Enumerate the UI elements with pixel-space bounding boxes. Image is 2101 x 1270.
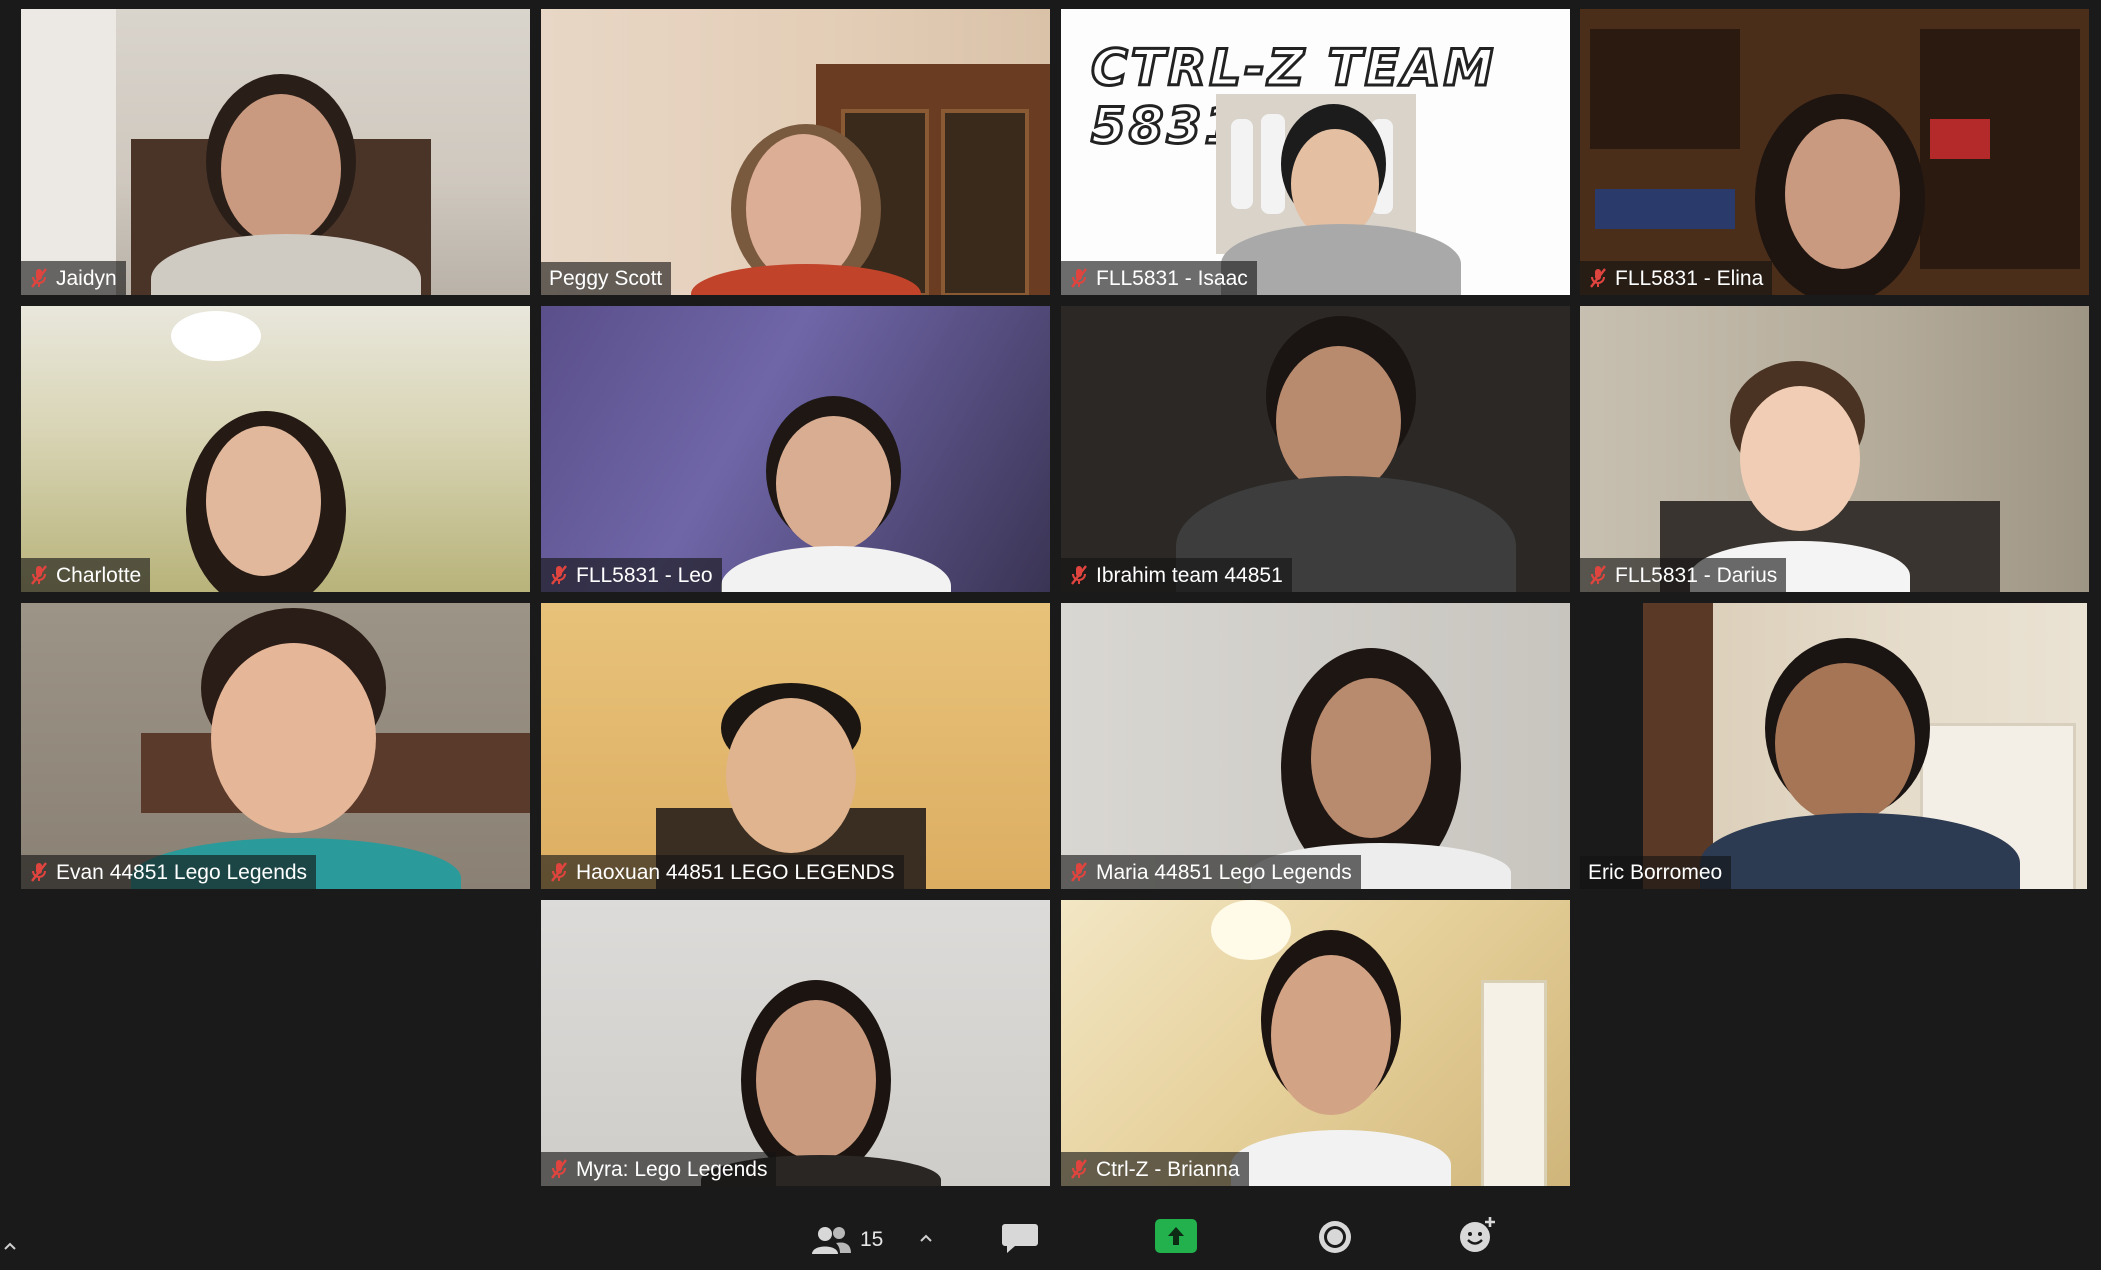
- chat-icon: [1002, 1224, 1038, 1253]
- participant-name: Eric Borromeo: [1588, 861, 1723, 884]
- participant-nametag: FLL5831 - Elina: [1580, 261, 1773, 295]
- muted-mic-icon: [1590, 268, 1606, 288]
- participant-nametag: Charlotte: [21, 558, 151, 592]
- participant-name: FLL5831 - Darius: [1615, 563, 1778, 587]
- video-tile-evan[interactable]: Evan 44851 Lego Legends: [21, 603, 530, 889]
- reactions-button[interactable]: [1457, 1215, 1497, 1255]
- muted-mic-icon: [31, 268, 47, 288]
- reactions-icon: [1460, 1217, 1495, 1252]
- video-tile-brianna[interactable]: Ctrl-Z - Brianna: [1061, 900, 1570, 1186]
- participant-name: Evan 44851 Lego Legends: [56, 860, 308, 884]
- participants-options-chevron-icon[interactable]: [918, 1230, 934, 1246]
- video-grid: Jaidyn Peggy Scott CTRL-Z TEAM 5831 FLL5…: [0, 0, 2101, 1200]
- participant-nametag: Jaidyn: [21, 261, 126, 295]
- participant-name: FLL5831 - Leo: [576, 563, 713, 587]
- participant-nametag: Ctrl-Z - Brianna: [1061, 1152, 1249, 1186]
- muted-mic-icon: [1071, 268, 1087, 288]
- participant-nametag: Ibrahim team 44851: [1061, 558, 1292, 592]
- muted-mic-icon: [31, 862, 47, 882]
- chat-button[interactable]: [1000, 1220, 1040, 1256]
- participant-name: Haoxuan 44851 LEGO LEGENDS: [576, 860, 895, 884]
- participant-nametag: Maria 44851 Lego Legends: [1061, 855, 1361, 889]
- participant-nametag: FLL5831 - Isaac: [1061, 261, 1257, 295]
- share-screen-icon: [1168, 1227, 1184, 1245]
- muted-mic-icon: [31, 565, 47, 585]
- chevron-up-icon[interactable]: [0, 1236, 20, 1256]
- muted-mic-icon: [1590, 565, 1606, 585]
- participants-count: 15: [860, 1228, 884, 1251]
- video-tile-jaidyn[interactable]: Jaidyn: [21, 9, 530, 295]
- video-tile-myra[interactable]: Myra: Lego Legends: [541, 900, 1050, 1186]
- participants-icon: [812, 1227, 851, 1254]
- participant-name: FLL5831 - Elina: [1615, 266, 1764, 290]
- participant-name: Myra: Lego Legends: [576, 1157, 768, 1181]
- participants-button[interactable]: 15: [810, 1220, 883, 1260]
- participant-name: FLL5831 - Isaac: [1096, 266, 1248, 290]
- participant-nametag: Myra: Lego Legends: [541, 1152, 777, 1186]
- meeting-toolbar: 15: [0, 1200, 2101, 1270]
- record-icon: [1319, 1221, 1351, 1253]
- muted-mic-icon: [551, 1159, 567, 1179]
- video-tile-isaac[interactable]: CTRL-Z TEAM 5831 FLL5831 - Isaac: [1061, 9, 1570, 295]
- participant-name: Maria 44851 Lego Legends: [1096, 860, 1352, 884]
- muted-mic-icon: [1071, 565, 1087, 585]
- participant-name: Ibrahim team 44851: [1096, 563, 1283, 587]
- participant-name: Jaidyn: [56, 266, 117, 290]
- muted-mic-icon: [1071, 862, 1087, 882]
- participant-nametag: Evan 44851 Lego Legends: [21, 855, 317, 889]
- video-tile-peggy-scott[interactable]: Peggy Scott: [541, 9, 1050, 295]
- participant-name: Peggy Scott: [549, 267, 663, 290]
- video-tile-leo[interactable]: FLL5831 - Leo: [541, 306, 1050, 592]
- video-tile-eric-borromeo[interactable]: Eric Borromeo: [1580, 603, 2089, 889]
- video-tile-darius[interactable]: FLL5831 - Darius: [1580, 306, 2089, 592]
- share-screen-button[interactable]: [1155, 1219, 1197, 1253]
- record-button[interactable]: [1317, 1219, 1353, 1255]
- participant-nametag: FLL5831 - Leo: [541, 558, 722, 592]
- participant-nametag: FLL5831 - Darius: [1580, 558, 1787, 592]
- video-tile-haoxuan[interactable]: Haoxuan 44851 LEGO LEGENDS: [541, 603, 1050, 889]
- participant-nametag: Peggy Scott: [541, 262, 672, 295]
- video-tile-charlotte[interactable]: Charlotte: [21, 306, 530, 592]
- participant-nametag: Haoxuan 44851 LEGO LEGENDS: [541, 855, 904, 889]
- muted-mic-icon: [1071, 1159, 1087, 1179]
- participant-name: Ctrl-Z - Brianna: [1096, 1157, 1240, 1181]
- participant-nametag: Eric Borromeo: [1580, 856, 1732, 889]
- video-tile-elina[interactable]: FLL5831 - Elina: [1580, 9, 2089, 295]
- participant-name: Charlotte: [56, 563, 142, 587]
- video-tile-ibrahim[interactable]: Ibrahim team 44851: [1061, 306, 1570, 592]
- muted-mic-icon: [551, 862, 567, 882]
- video-tile-maria[interactable]: Maria 44851 Lego Legends: [1061, 603, 1570, 889]
- muted-mic-icon: [551, 565, 567, 585]
